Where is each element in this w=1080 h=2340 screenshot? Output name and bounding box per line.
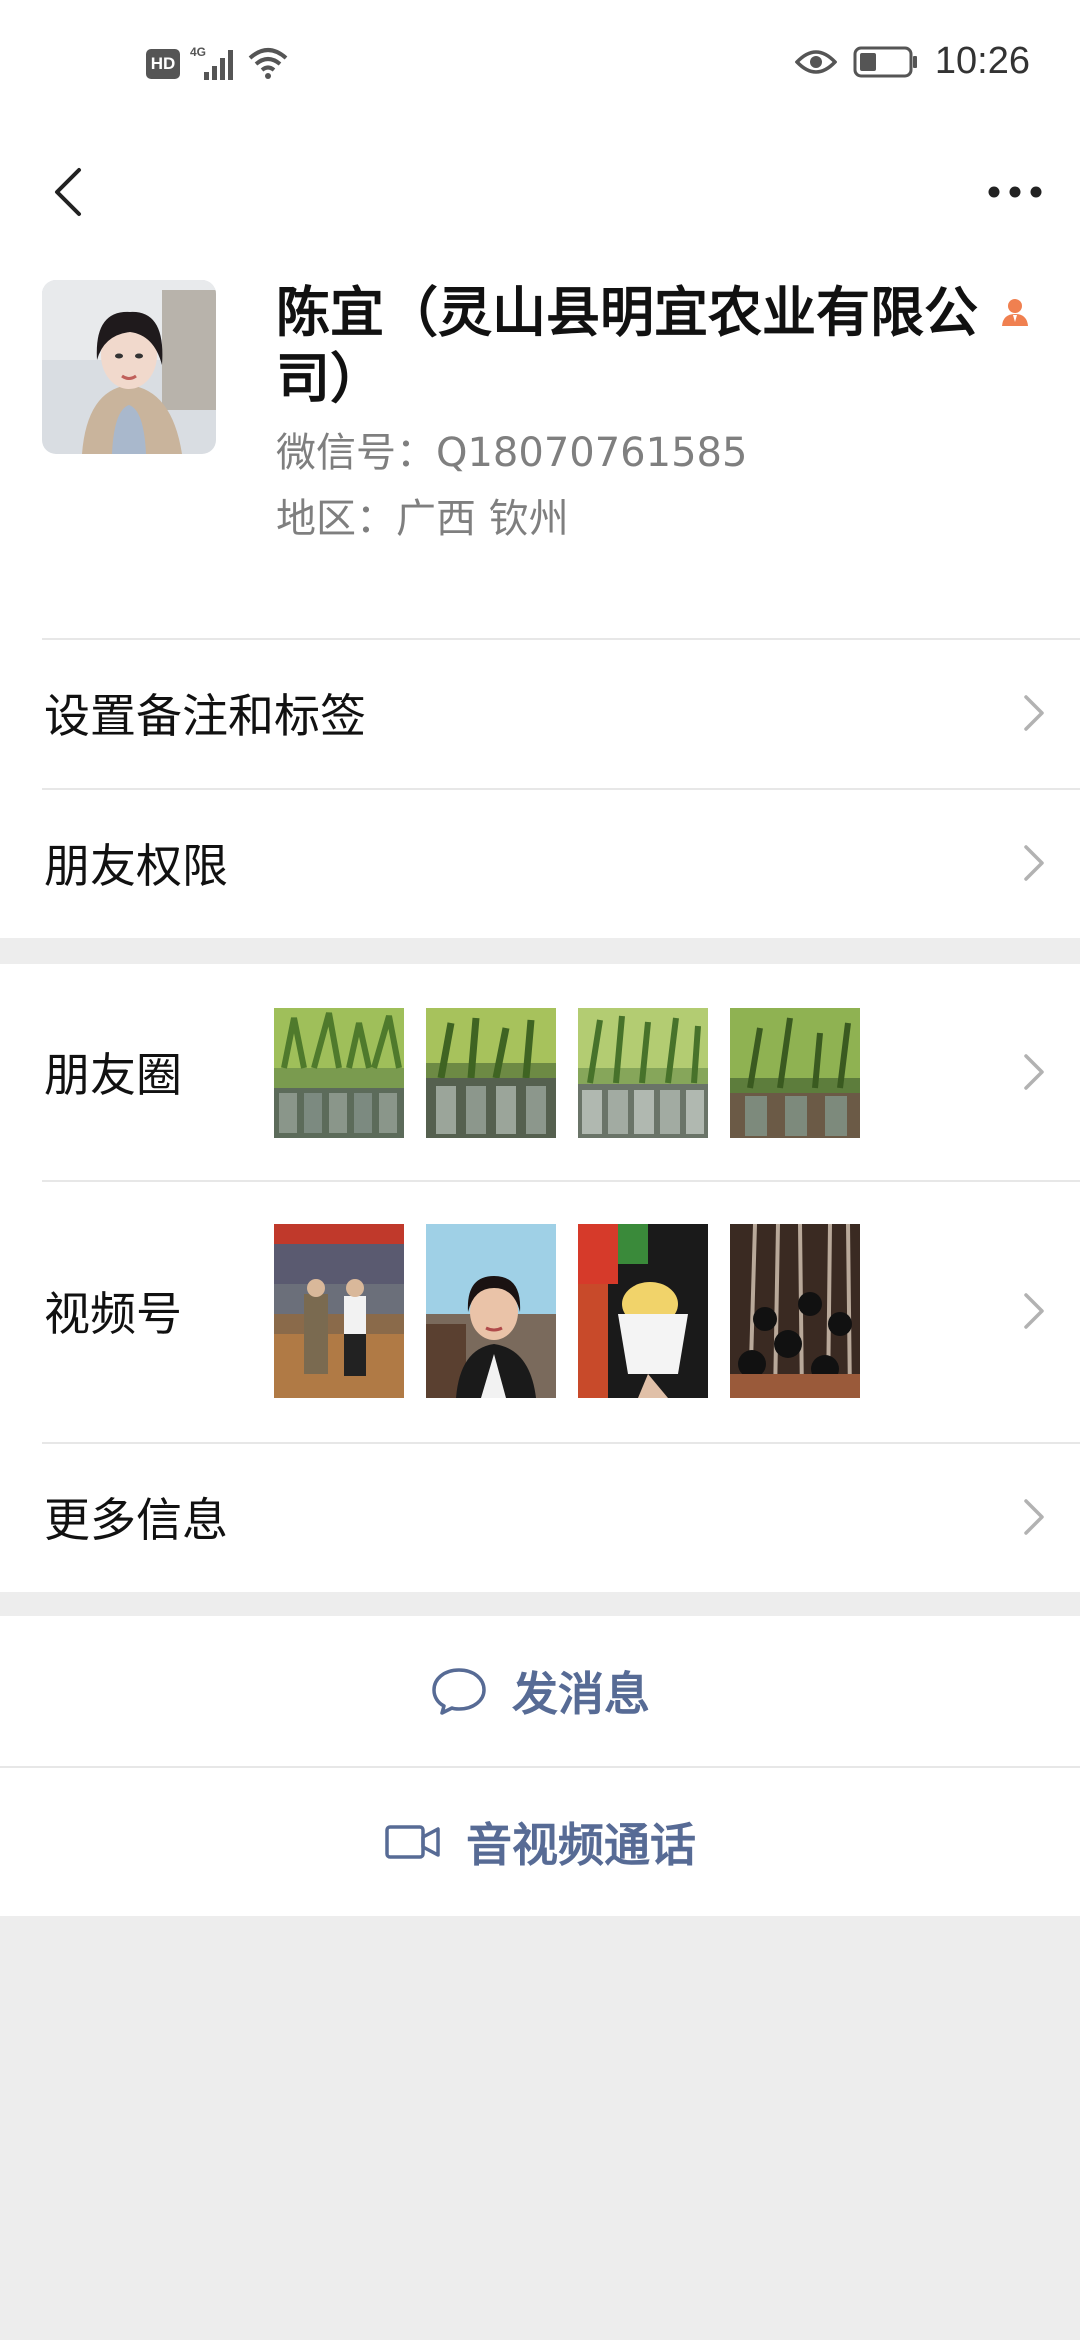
more-info-row[interactable]: 更多信息 (0, 1442, 1080, 1592)
moments-row[interactable]: 朋友圈 (0, 964, 1080, 1180)
profile-name: 陈宜（灵山县明宜农业有限公司） (276, 281, 978, 410)
moments-thumb (578, 1008, 708, 1138)
chevron-right-icon (1024, 845, 1044, 881)
more-button[interactable] (970, 142, 1060, 242)
channels-thumb (426, 1224, 556, 1398)
moments-thumb (730, 1008, 860, 1138)
channels-thumb (578, 1224, 708, 1398)
status-left: HD 4G (146, 44, 292, 84)
more-info-label: 更多信息 (44, 1493, 228, 1547)
wifi-icon (248, 48, 288, 79)
divider (42, 638, 1080, 640)
channels-thumb (274, 1224, 404, 1398)
send-message-label: 发消息 (512, 1667, 650, 1721)
chevron-right-icon (1024, 695, 1044, 731)
clock: 10:26 (934, 40, 1030, 82)
permissions-label: 朋友权限 (44, 839, 228, 893)
wechat-id: 微信号：Q18070761585 (276, 430, 748, 476)
moments-thumbnails (274, 1008, 860, 1138)
settings-section: 设置备注和标签 朋友权限 (0, 638, 1080, 938)
send-message-button[interactable]: 发消息 (0, 1616, 1080, 1766)
chevron-right-icon (1024, 1054, 1044, 1090)
eye-icon (794, 49, 837, 74)
divider (42, 1442, 1080, 1444)
divider (42, 1180, 1080, 1182)
nav-bar (0, 132, 1080, 252)
channels-row[interactable]: 视频号 (0, 1180, 1080, 1442)
remark-label: 设置备注和标签 (44, 689, 366, 743)
moments-thumb (426, 1008, 556, 1138)
avatar-photo (42, 280, 216, 454)
moments-label: 朋友圈 (44, 1048, 182, 1102)
chevron-right-icon (1024, 1293, 1044, 1329)
region: 地区：广西 钦州 (276, 496, 569, 542)
profile-header: 陈宜（灵山县明宜农业有限公司） 微信号：Q18070761585 地区：广西 钦… (0, 252, 1080, 638)
channels-label: 视频号 (44, 1287, 182, 1341)
chat-bubble-icon (432, 1668, 486, 1715)
svg-text:4G: 4G (190, 45, 206, 59)
more-dots-icon (988, 186, 1042, 198)
chevron-left-icon (55, 168, 81, 216)
channels-thumb (730, 1224, 860, 1398)
back-button[interactable] (28, 142, 108, 242)
video-call-button[interactable]: 音视频通话 (0, 1766, 1080, 1916)
content-section: 朋友圈 视频号 更多信息 (0, 964, 1080, 1592)
video-call-label: 音视频通话 (466, 1818, 696, 1872)
person-badge-icon (1002, 299, 1028, 326)
video-camera-icon (385, 1825, 440, 1859)
status-bar: HD 4G 10:26 (0, 0, 1080, 132)
chevron-right-icon (1024, 1499, 1044, 1535)
divider (42, 788, 1080, 790)
battery-icon (853, 46, 917, 77)
permissions-row[interactable]: 朋友权限 (0, 788, 1080, 938)
remark-row[interactable]: 设置备注和标签 (0, 638, 1080, 788)
hd-icon: HD (146, 49, 180, 79)
profile-info: 陈宜（灵山县明宜农业有限公司） 微信号：Q18070761585 地区：广西 钦… (276, 280, 1028, 544)
channels-thumbnails (274, 1224, 860, 1398)
avatar[interactable] (42, 280, 216, 454)
moments-thumb (274, 1008, 404, 1138)
status-right: 10:26 (794, 40, 1030, 83)
signal-icon: 4G (190, 45, 233, 80)
